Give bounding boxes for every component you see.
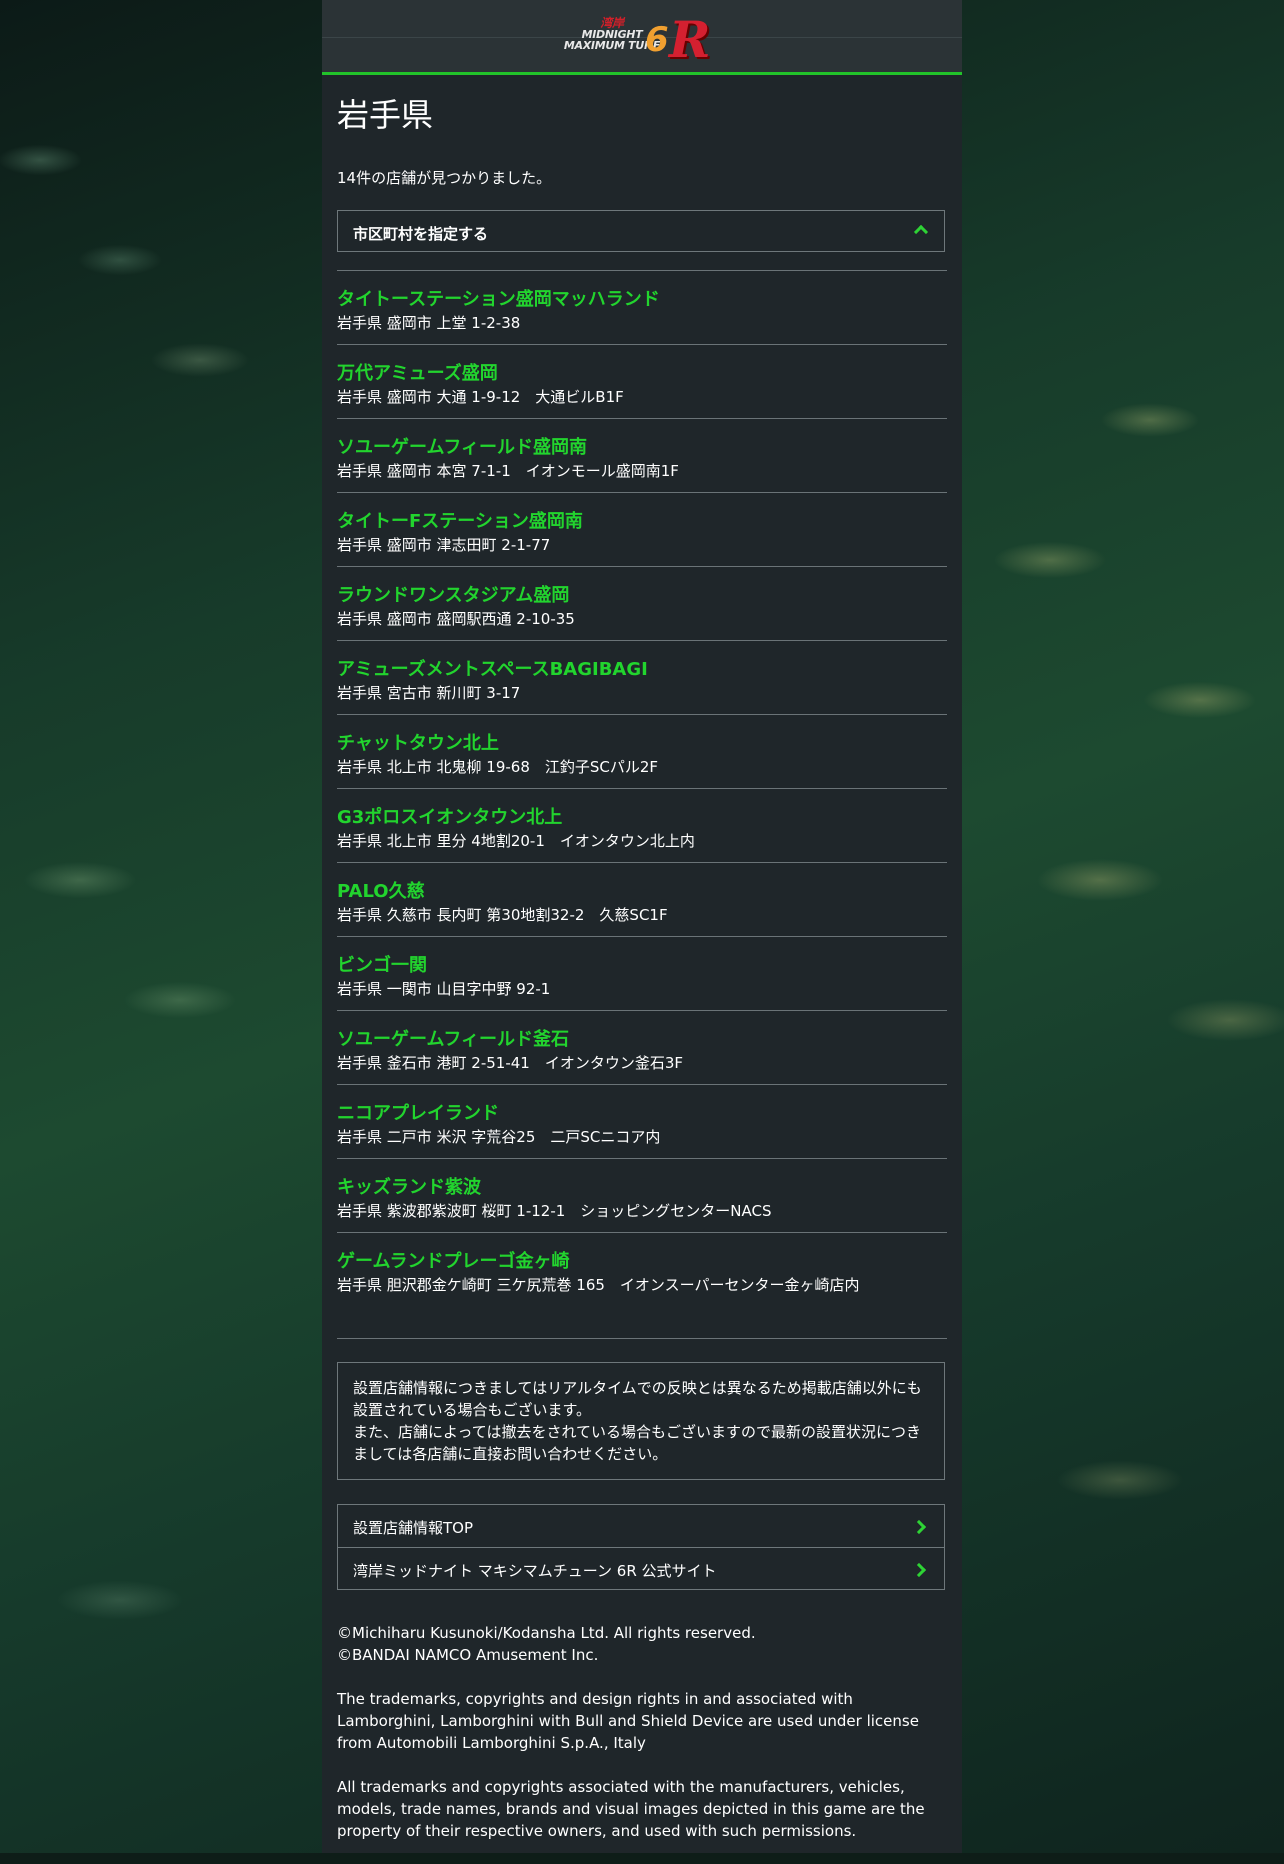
city-filter-label: 市区町村を指定する [353, 225, 489, 243]
store-address: 岩手県 北上市 北鬼柳 19-68 江釣子SCパル2F [337, 758, 659, 776]
store-item[interactable]: ビンゴ一関岩手県 一関市 山目字中野 92-1 [337, 937, 947, 1010]
store-name-link[interactable]: G3ポロスイオンタウン北上 [337, 803, 562, 829]
divider [337, 1338, 947, 1339]
chevron-right-icon [911, 1562, 927, 1578]
chevron-right-icon [911, 1519, 927, 1535]
link-label: 設置店舗情報TOP [353, 1519, 474, 1537]
chevron-up-icon [913, 224, 929, 240]
store-address: 岩手県 一関市 山目字中野 92-1 [337, 980, 551, 998]
copyright-line-1: ©Michiharu Kusunoki/Kodansha Ltd. All ri… [337, 1624, 756, 1642]
store-name-link[interactable]: PALO久慈 [337, 877, 425, 903]
logo-six: 6 [645, 20, 669, 60]
store-address: 岩手県 北上市 里分 4地割20-1 イオンタウン北上内 [337, 832, 695, 850]
store-item[interactable]: PALO久慈岩手県 久慈市 長内町 第30地割32-2 久慈SC1F [337, 863, 947, 936]
notice-box: 設置店舗情報につきましてはリアルタイムでの反映とは異なるため掲載店舗以外にも設置… [337, 1362, 945, 1480]
link-store-info-top[interactable]: 設置店舗情報TOP [338, 1505, 944, 1547]
store-name-link[interactable]: 万代アミューズ盛岡 [337, 359, 498, 385]
store-name-link[interactable]: チャットタウン北上 [337, 729, 499, 755]
store-item[interactable]: ゲームランドプレーゴ金ヶ崎岩手県 胆沢郡金ケ崎町 三ケ尻荒巻 165 イオンスー… [337, 1233, 947, 1306]
store-item[interactable]: タイトーステーション盛岡マッハランド岩手県 盛岡市 上堂 1-2-38 [337, 271, 947, 344]
store-item[interactable]: ニコアプレイランド岩手県 二戸市 米沢 字荒谷25 二戸SCニコア内 [337, 1085, 947, 1158]
store-name-link[interactable]: ソユーゲームフィールド盛岡南 [337, 433, 587, 459]
store-name-link[interactable]: アミューズメントスペースBAGIBAGI [337, 655, 648, 681]
notice-line-1: 設置店舗情報につきましてはリアルタイムでの反映とは異なるため掲載店舗以外にも設置… [353, 1379, 922, 1419]
store-address: 岩手県 宮古市 新川町 3-17 [337, 684, 521, 702]
footer-links: 設置店舗情報TOP 湾岸ミッドナイト マキシマムチューン 6R 公式サイト [337, 1504, 945, 1590]
store-item[interactable]: ソユーゲームフィールド釜石岩手県 釜石市 港町 2-51-41 イオンタウン釜石… [337, 1011, 947, 1084]
store-address: 岩手県 盛岡市 津志田町 2-1-77 [337, 536, 551, 554]
store-list: タイトーステーション盛岡マッハランド 岩手県 盛岡市 上堂 1-2-38 万代アミュ… [337, 270, 947, 1306]
copyright-footer: ©Michiharu Kusunoki/Kodansha Ltd. All ri… [337, 1622, 947, 1864]
store-item[interactable]: タイトーFステーション盛岡南岩手県 盛岡市 津志田町 2-1-77 [337, 493, 947, 566]
store-address: 岩手県 釜石市 港町 2-51-41 イオンタウン釜石3F [337, 1054, 684, 1072]
store-address: 岩手県 胆沢郡金ケ崎町 三ケ尻荒巻 165 イオンスーパーセンター金ヶ崎店内 [337, 1276, 860, 1294]
store-name-link[interactable]: ビンゴ一関 [337, 951, 427, 977]
trademark-notice: All trademarks and copyrights associated… [337, 1778, 925, 1840]
link-label: 湾岸ミッドナイト マキシマムチューン 6R 公式サイト [353, 1562, 717, 1580]
store-item[interactable]: ソユーゲームフィールド盛岡南岩手県 盛岡市 本宮 7-1-1 イオンモール盛岡南… [337, 419, 947, 492]
store-item[interactable]: キッズランド紫波岩手県 紫波郡紫波町 桜町 1-12-1 ショッピングセンターN… [337, 1159, 947, 1232]
lamborghini-notice: The trademarks, copyrights and design ri… [337, 1690, 919, 1752]
result-count: 14件の店舗が見つかりました。 [337, 169, 552, 187]
store-item[interactable]: G3ポロスイオンタウン北上岩手県 北上市 里分 4地割20-1 イオンタウン北上… [337, 789, 947, 862]
store-address: 岩手県 久慈市 長内町 第30地割32-2 久慈SC1F [337, 906, 668, 924]
store-name-link[interactable]: ソユーゲームフィールド釜石 [337, 1025, 569, 1051]
logo-r: R [669, 10, 711, 69]
store-address: 岩手県 二戸市 米沢 字荒谷25 二戸SCニコア内 [337, 1128, 661, 1146]
copyright-line-2: ©BANDAI NAMCO Amusement Inc. [337, 1646, 599, 1664]
notice-line-2: また、店舗によっては撤去をされている場合もございますので最新の設置状況につきまし… [353, 1423, 922, 1463]
store-name-link[interactable]: タイトーFステーション盛岡南 [337, 507, 583, 533]
store-address: 岩手県 盛岡市 盛岡駅西通 2-10-35 [337, 610, 575, 628]
store-name-link[interactable]: ゲームランドプレーゴ金ヶ崎 [337, 1247, 570, 1273]
city-filter-toggle[interactable]: 市区町村を指定する [337, 210, 945, 252]
site-header: 湾岸 MIDNIGHT MAXIMUM TUNE 6 R [322, 0, 962, 75]
store-name-link[interactable]: ニコアプレイランド [337, 1099, 499, 1125]
store-name-link[interactable]: タイトーステーション盛岡マッハランド [337, 285, 660, 311]
store-name-link[interactable]: ラウンドワンスタジアム盛岡 [337, 581, 569, 607]
store-address: 岩手県 盛岡市 上堂 1-2-38 [337, 314, 521, 332]
game-logo[interactable]: 湾岸 MIDNIGHT MAXIMUM TUNE 6 R [557, 10, 732, 69]
store-item[interactable]: チャットタウン北上岩手県 北上市 北鬼柳 19-68 江釣子SCパル2F [337, 715, 947, 788]
link-official-site[interactable]: 湾岸ミッドナイト マキシマムチューン 6R 公式サイト [338, 1547, 944, 1590]
store-address: 岩手県 盛岡市 本宮 7-1-1 イオンモール盛岡南1F [337, 462, 679, 480]
store-item[interactable]: 万代アミューズ盛岡岩手県 盛岡市 大通 1-9-12 大通ビルB1F [337, 345, 947, 418]
store-address: 岩手県 盛岡市 大通 1-9-12 大通ビルB1F [337, 388, 624, 406]
store-name-link[interactable]: キッズランド紫波 [337, 1173, 481, 1199]
store-item[interactable]: アミューズメントスペースBAGIBAGI 岩手県 宮古市 新川町 3-17 [337, 641, 947, 714]
page-title: 岩手県 [337, 96, 434, 134]
store-item[interactable]: ラウンドワンスタジアム盛岡岩手県 盛岡市 盛岡駅西通 2-10-35 [337, 567, 947, 640]
store-address: 岩手県 紫波郡紫波町 桜町 1-12-1 ショッピングセンターNACS [337, 1202, 772, 1220]
